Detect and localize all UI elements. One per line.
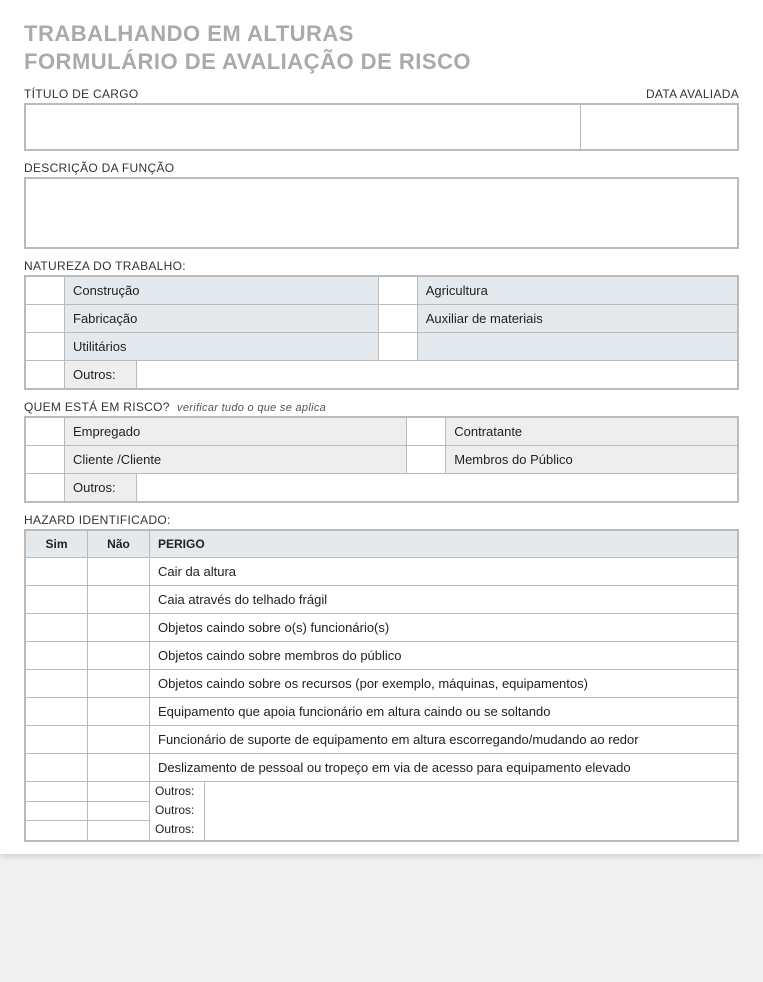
opt-utilitarios: Utilitários bbox=[65, 333, 379, 361]
hazard-sim-outros-0[interactable] bbox=[25, 782, 88, 802]
hazard-nao-outros-2[interactable] bbox=[88, 820, 150, 840]
check-risco-outros[interactable] bbox=[25, 474, 65, 503]
check-agricultura[interactable] bbox=[378, 276, 417, 305]
hazard-sim-outros-2[interactable] bbox=[25, 820, 88, 840]
natureza-table: Construção Agricultura Fabricação Auxili… bbox=[24, 275, 739, 390]
title-line1: TRABALHANDO EM ALTURAS bbox=[24, 21, 354, 46]
hazard-nao-1[interactable] bbox=[88, 586, 150, 614]
label-titulo-cargo: TÍTULO DE CARGO bbox=[24, 87, 139, 101]
col-nao: Não bbox=[88, 530, 150, 558]
hazard-0: Cair da altura bbox=[150, 558, 739, 586]
label-descricao: DESCRIÇÃO DA FUNÇÃO bbox=[24, 161, 739, 175]
hazard-sim-7[interactable] bbox=[25, 754, 88, 782]
opt-auxiliar: Auxiliar de materiais bbox=[417, 305, 738, 333]
hazard-nao-3[interactable] bbox=[88, 642, 150, 670]
hazard-1: Caia através do telhado frágil bbox=[150, 586, 739, 614]
opt-empregado: Empregado bbox=[65, 417, 407, 446]
input-outros-natureza[interactable] bbox=[137, 361, 738, 388]
hazard-6: Funcionário de suporte de equipamento em… bbox=[150, 726, 739, 754]
opt-construcao: Construção bbox=[65, 276, 379, 305]
hazard-outros-row-1: Outros: bbox=[150, 801, 739, 820]
input-data-avaliada[interactable] bbox=[581, 104, 739, 150]
check-fabricacao[interactable] bbox=[25, 305, 65, 333]
hazard-nao-2[interactable] bbox=[88, 614, 150, 642]
check-utilitarios[interactable] bbox=[25, 333, 65, 361]
hazard-7: Deslizamento de pessoal ou tropeço em vi… bbox=[150, 754, 739, 782]
risco-table: Empregado Contratante Cliente /Cliente M… bbox=[24, 416, 739, 503]
hazard-table: Sim Não PERIGO Cair da altura Caia atrav… bbox=[24, 529, 739, 842]
label-quem-risco: QUEM ESTÁ EM RISCO? verificar tudo o que… bbox=[24, 400, 739, 414]
check-construcao[interactable] bbox=[25, 276, 65, 305]
opt-publico: Membros do Público bbox=[446, 446, 738, 474]
hazard-sim-0[interactable] bbox=[25, 558, 88, 586]
outros-row-risco: Outros: bbox=[65, 474, 739, 503]
opt-agricultura: Agricultura bbox=[417, 276, 738, 305]
check-empregado[interactable] bbox=[25, 417, 65, 446]
label-outros-hazard-0: Outros: bbox=[150, 782, 205, 801]
opt-contratante: Contratante bbox=[446, 417, 738, 446]
opt-fabricacao: Fabricação bbox=[65, 305, 379, 333]
form-page: TRABALHANDO EM ALTURAS FORMULÁRIO DE AVA… bbox=[0, 0, 763, 854]
label-outros-hazard-2: Outros: bbox=[150, 820, 205, 839]
hazard-3: Objetos caindo sobre membros do público bbox=[150, 642, 739, 670]
hazard-nao-5[interactable] bbox=[88, 698, 150, 726]
col-perigo: PERIGO bbox=[150, 530, 739, 558]
label-quem-risco-sub: verificar tudo o que se aplica bbox=[177, 402, 326, 414]
hazard-sim-4[interactable] bbox=[25, 670, 88, 698]
hazard-sim-3[interactable] bbox=[25, 642, 88, 670]
input-outros-risco[interactable] bbox=[137, 474, 738, 501]
check-cliente[interactable] bbox=[25, 446, 65, 474]
check-publico[interactable] bbox=[407, 446, 446, 474]
input-descricao[interactable] bbox=[25, 178, 738, 248]
hazard-4: Objetos caindo sobre os recursos (por ex… bbox=[150, 670, 739, 698]
label-outros-risco: Outros: bbox=[65, 474, 137, 501]
hazard-nao-0[interactable] bbox=[88, 558, 150, 586]
hazard-nao-4[interactable] bbox=[88, 670, 150, 698]
check-contratante[interactable] bbox=[407, 417, 446, 446]
hazard-outros-row-0: Outros: bbox=[150, 782, 739, 802]
check-natureza-empty[interactable] bbox=[378, 333, 417, 361]
title-line2: FORMULÁRIO DE AVALIAÇÃO DE RISCO bbox=[24, 49, 471, 74]
title-date-table bbox=[24, 103, 739, 151]
opt-natureza-empty bbox=[417, 333, 738, 361]
label-outros-hazard-1: Outros: bbox=[150, 801, 205, 820]
page-title: TRABALHANDO EM ALTURAS FORMULÁRIO DE AVA… bbox=[24, 20, 739, 75]
label-outros-natureza: Outros: bbox=[65, 361, 137, 388]
hazard-outros-row-2: Outros: bbox=[150, 820, 739, 840]
label-natureza: NATUREZA DO TRABALHO: bbox=[24, 259, 739, 273]
hazard-nao-outros-0[interactable] bbox=[88, 782, 150, 802]
hazard-nao-6[interactable] bbox=[88, 726, 150, 754]
col-sim: Sim bbox=[25, 530, 88, 558]
hazard-sim-6[interactable] bbox=[25, 726, 88, 754]
label-quem-risco-main: QUEM ESTÁ EM RISCO? bbox=[24, 400, 170, 414]
hazard-sim-2[interactable] bbox=[25, 614, 88, 642]
label-data-avaliada: DATA AVALIADA bbox=[646, 87, 739, 101]
row-labels-title-date: TÍTULO DE CARGO DATA AVALIADA bbox=[24, 87, 739, 101]
hazard-sim-5[interactable] bbox=[25, 698, 88, 726]
input-titulo-cargo[interactable] bbox=[25, 104, 581, 150]
outros-row-natureza: Outros: bbox=[65, 361, 739, 390]
hazard-nao-7[interactable] bbox=[88, 754, 150, 782]
hazard-nao-outros-1[interactable] bbox=[88, 801, 150, 820]
hazard-2: Objetos caindo sobre o(s) funcionário(s) bbox=[150, 614, 739, 642]
input-outros-hazard-2[interactable] bbox=[205, 820, 738, 839]
check-natureza-outros[interactable] bbox=[25, 361, 65, 390]
check-auxiliar[interactable] bbox=[378, 305, 417, 333]
hazard-sim-outros-1[interactable] bbox=[25, 801, 88, 820]
input-outros-hazard-0[interactable] bbox=[205, 782, 738, 801]
descricao-table bbox=[24, 177, 739, 249]
opt-cliente: Cliente /Cliente bbox=[65, 446, 407, 474]
input-outros-hazard-1[interactable] bbox=[205, 801, 738, 820]
hazard-sim-1[interactable] bbox=[25, 586, 88, 614]
label-hazard: HAZARD IDENTIFICADO: bbox=[24, 513, 739, 527]
hazard-5: Equipamento que apoia funcionário em alt… bbox=[150, 698, 739, 726]
